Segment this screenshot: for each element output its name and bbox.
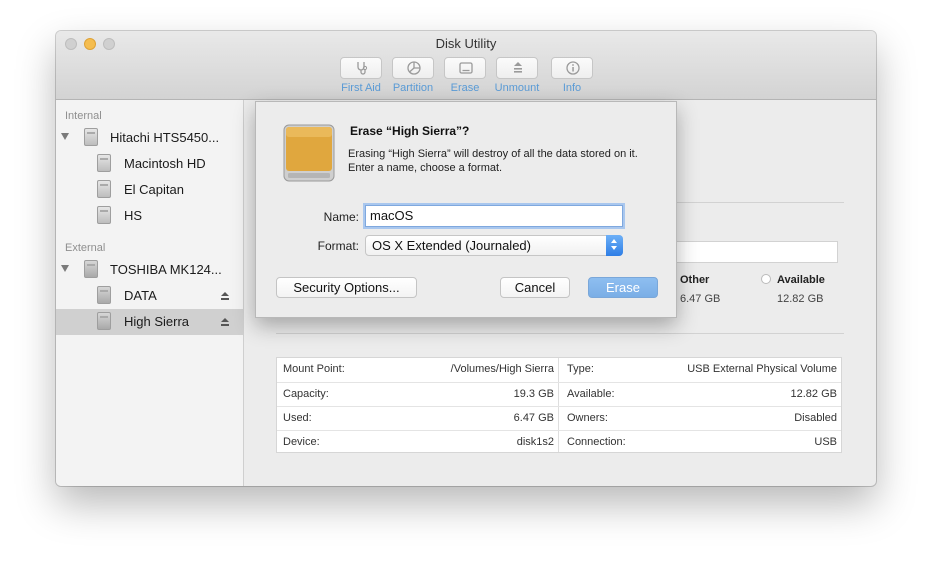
eject-icon[interactable] <box>221 292 229 300</box>
legend-other-value: 6.47 GB <box>680 293 721 305</box>
info-label: Connection: <box>567 436 626 448</box>
erase-icon <box>459 62 473 74</box>
info-value: disk1s2 <box>516 436 554 448</box>
eject-icon[interactable] <box>221 318 229 326</box>
volume-icon <box>97 206 111 224</box>
sidebar-item-label: High Sierra <box>124 314 190 329</box>
toolbar-partition[interactable]: Partition <box>391 57 435 94</box>
legend-other-label: Other <box>680 274 710 286</box>
first-aid-button[interactable] <box>340 57 382 79</box>
info-value: Disabled <box>794 412 837 424</box>
info-icon <box>566 61 580 75</box>
sidebar: Internal Hitachi HTS5450... Macintosh HD… <box>56 100 244 486</box>
disclosure-triangle-icon[interactable] <box>61 133 69 140</box>
sidebar-item-label: HS <box>124 208 143 223</box>
erase-toolbar-button[interactable] <box>444 57 486 79</box>
partition-button[interactable] <box>392 57 434 79</box>
info-label: Device: <box>283 436 320 448</box>
stethoscope-icon <box>357 62 368 75</box>
table-row: Device: disk1s2 Connection: USB <box>277 430 841 455</box>
toolbar-unmount[interactable]: Unmount <box>495 57 539 94</box>
sidebar-item-toshiba[interactable]: TOSHIBA MK124... <box>56 257 243 283</box>
volume-info-table: Mount Point: /Volumes/High Sierra Type: … <box>276 357 842 453</box>
info-value: USB <box>814 436 837 448</box>
info-value: 19.3 GB <box>513 388 554 400</box>
legend-available-label: Available <box>777 274 825 286</box>
sidebar-item-label: TOSHIBA MK124... <box>110 262 222 277</box>
sidebar-item-label: DATA <box>124 288 157 303</box>
dialog-title: Erase “High Sierra”? <box>350 124 470 138</box>
erase-dialog: Erase “High Sierra”? Erasing “High Sierr… <box>255 101 677 318</box>
unmount-button[interactable] <box>496 57 538 79</box>
legend-available-value: 12.82 GB <box>777 293 824 305</box>
format-label: Format: <box>317 239 359 253</box>
window-title: Disk Utility <box>435 36 497 51</box>
format-select[interactable]: OS X Extended (Journaled) <box>365 235 623 256</box>
info-button[interactable] <box>551 57 593 79</box>
section-header-external: External <box>65 242 106 254</box>
internal-disk-icon <box>84 128 98 146</box>
volume-icon <box>97 312 111 330</box>
external-disk-icon <box>84 260 98 278</box>
info-label: Type: <box>567 363 594 375</box>
sidebar-item-macintosh-hd[interactable]: Macintosh HD <box>56 151 243 177</box>
name-field[interactable]: macOS <box>365 205 623 227</box>
table-row: Mount Point: /Volumes/High Sierra Type: … <box>277 358 841 382</box>
info-label: Available: <box>567 388 615 400</box>
toolbar-info[interactable]: Info <box>550 57 594 94</box>
popup-arrows-icon[interactable] <box>606 235 623 256</box>
volume-icon <box>97 180 111 198</box>
info-value: /Volumes/High Sierra <box>450 363 554 375</box>
info-value: 12.82 GB <box>790 388 837 400</box>
sidebar-item-label: El Capitan <box>124 182 184 197</box>
disclosure-triangle-icon[interactable] <box>61 265 69 272</box>
sidebar-item-data[interactable]: DATA <box>56 283 243 309</box>
pie-icon <box>407 61 421 75</box>
info-label: Mount Point: <box>283 363 345 375</box>
info-label: Capacity: <box>283 388 329 400</box>
external-drive-icon <box>283 124 335 182</box>
sidebar-item-hitachi[interactable]: Hitachi HTS5450... <box>56 125 243 151</box>
section-header-internal: Internal <box>65 110 102 122</box>
dialog-description: Erasing “High Sierra” will destroy of al… <box>348 148 638 174</box>
info-label: Used: <box>283 412 312 424</box>
table-row: Used: 6.47 GB Owners: Disabled <box>277 406 841 431</box>
table-row: Capacity: 19.3 GB Available: 12.82 GB <box>277 382 841 407</box>
format-selected-value: OS X Extended (Journaled) <box>372 238 531 253</box>
name-label: Name: <box>323 210 359 224</box>
sidebar-item-label: Hitachi HTS5450... <box>110 130 220 145</box>
sidebar-item-high-sierra[interactable]: High Sierra <box>56 309 243 335</box>
sidebar-item-label: Macintosh HD <box>124 156 206 171</box>
info-label: Owners: <box>567 412 608 424</box>
title-bar: Disk Utility First Aid Partition Erase U… <box>56 31 876 100</box>
cancel-button[interactable]: Cancel <box>500 277 570 298</box>
toolbar-erase[interactable]: Erase <box>443 57 487 94</box>
sidebar-item-el-capitan[interactable]: El Capitan <box>56 177 243 203</box>
sidebar-item-hs[interactable]: HS <box>56 203 243 229</box>
legend-available-swatch <box>761 274 771 284</box>
security-options-button[interactable]: Security Options... <box>276 277 417 298</box>
toolbar-first-aid[interactable]: First Aid <box>339 57 383 94</box>
unmount-icon <box>514 62 522 73</box>
info-value: USB External Physical Volume <box>687 363 837 375</box>
info-label: Info <box>562 82 582 94</box>
erase-button[interactable]: Erase <box>588 277 658 298</box>
info-value: 6.47 GB <box>513 412 554 424</box>
volume-icon <box>97 286 111 304</box>
divider <box>276 333 844 334</box>
volume-icon <box>97 154 111 172</box>
